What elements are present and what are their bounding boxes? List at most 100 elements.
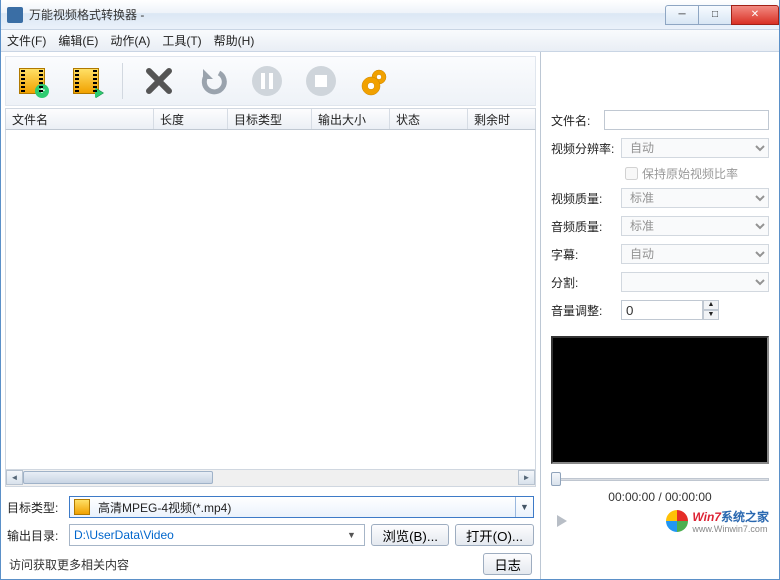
video-quality-select[interactable]: 标准 [621,188,769,208]
audio-quality-row: 音频质量: 标准 [551,212,769,240]
toolbar-separator [122,63,123,99]
watermark-brand2: 系统之家 [721,510,769,524]
target-type-label: 目标类型: [7,499,63,516]
audio-quality-select[interactable]: 标准 [621,216,769,236]
keep-ratio-checkbox[interactable] [625,167,638,180]
undo-button[interactable] [195,63,231,99]
split-row: 分割: [551,268,769,296]
col-output-size[interactable]: 输出大小 [312,109,390,129]
volume-down-button[interactable]: ▼ [703,310,719,320]
col-remaining[interactable]: 剩余时 [468,109,535,129]
window-title: 万能视频格式转换器 - [29,6,144,23]
film-add-icon: + [19,68,45,94]
menu-help[interactable]: 帮助(H) [214,32,255,49]
target-type-dropdown[interactable]: 高清MPEG-4视频(*.mp4) ▼ [69,496,534,518]
close-button[interactable]: ✕ [731,5,779,25]
video-quality-row: 视频质量: 标准 [551,184,769,212]
menu-bar: 文件(F) 编辑(E) 动作(A) 工具(T) 帮助(H) [1,30,779,52]
window-controls: ─ □ ✕ [666,5,779,25]
file-list[interactable] [5,130,536,470]
pause-button[interactable] [249,63,285,99]
scroll-thumb[interactable] [23,471,213,484]
seek-slider[interactable] [551,472,769,486]
col-length[interactable]: 长度 [154,109,228,129]
watermark: Win7系统之家 www.Winwin7.com [666,508,769,534]
scroll-left-arrow[interactable]: ◄ [6,470,23,485]
slider-thumb[interactable] [551,472,561,486]
col-status[interactable]: 状态 [390,109,468,129]
settings-button[interactable] [357,63,393,99]
menu-tools[interactable]: 工具(T) [162,32,201,49]
chevron-down-icon: ▼ [342,530,360,540]
split-select[interactable] [621,272,769,292]
keep-ratio-row: 保持原始视频比率 [551,162,769,184]
minimize-button[interactable]: ─ [665,5,699,25]
gear-icon [359,65,391,97]
watermark-url: www.Winwin7.com [692,525,769,534]
video-type-icon [74,499,90,515]
log-button[interactable]: 日志 [483,553,532,575]
play-button[interactable] [551,510,573,532]
chevron-down-icon: ▼ [515,497,533,517]
undo-icon [197,65,229,97]
menu-action[interactable]: 动作(A) [110,32,150,49]
keep-ratio-label: 保持原始视频比率 [642,165,738,182]
resolution-label: 视频分辨率: [551,140,621,157]
x-icon [143,65,175,97]
watermark-brand1: Win7 [692,510,721,524]
menu-edit[interactable]: 编辑(E) [58,32,98,49]
stop-icon [305,65,337,97]
volume-up-button[interactable]: ▲ [703,300,719,310]
pause-icon [251,65,283,97]
filename-label: 文件名: [551,112,604,129]
delete-button[interactable] [141,63,177,99]
more-link-row: 访问获取更多相关内容 日志 [7,549,534,579]
play-icon [554,513,570,529]
volume-row: 音量调整: ▲ ▼ [551,296,769,324]
scroll-right-arrow[interactable]: ► [518,470,535,485]
time-display: 00:00:00 / 00:00:00 [551,490,769,504]
output-dir-input[interactable]: D:\UserData\Video ▼ [69,524,365,546]
convert-button[interactable] [68,63,104,99]
stop-button[interactable] [303,63,339,99]
filename-row: 文件名: [551,106,769,134]
slider-track [551,478,769,481]
volume-spinner[interactable]: ▲ ▼ [621,300,719,320]
subtitle-row: 字幕: 自动 [551,240,769,268]
subtitle-label: 字幕: [551,246,621,263]
right-pane: 文件名: 视频分辨率: 自动 保持原始视频比率 视频质量: 标准 音频质量: 标… [541,52,779,579]
output-dir-row: 输出目录: D:\UserData\Video ▼ 浏览(B)... 打开(O)… [7,521,534,549]
maximize-button[interactable]: □ [698,5,732,25]
title-bar: 万能视频格式转换器 - ─ □ ✕ [1,0,779,30]
list-header: 文件名 长度 目标类型 输出大小 状态 剩余时 [5,108,536,130]
film-convert-icon [73,68,99,94]
split-label: 分割: [551,274,621,291]
content-area: + [1,52,779,579]
more-link[interactable]: 访问获取更多相关内容 [9,556,129,573]
app-window: 万能视频格式转换器 - ─ □ ✕ 文件(F) 编辑(E) 动作(A) 工具(T… [0,0,780,580]
menu-file[interactable]: 文件(F) [7,32,46,49]
playback-controls: Win7系统之家 www.Winwin7.com [551,508,769,534]
app-icon [7,7,23,23]
volume-label: 音量调整: [551,302,621,319]
resolution-row: 视频分辨率: 自动 [551,134,769,162]
col-target-type[interactable]: 目标类型 [228,109,312,129]
horizontal-scrollbar[interactable]: ◄ ► [5,470,536,487]
target-type-row: 目标类型: 高清MPEG-4视频(*.mp4) ▼ [7,493,534,521]
toolbar: + [5,56,536,106]
volume-input[interactable] [621,300,703,320]
browse-button[interactable]: 浏览(B)... [371,524,449,546]
video-quality-label: 视频质量: [551,190,621,207]
watermark-logo-icon [666,510,688,532]
add-file-button[interactable]: + [14,63,50,99]
resolution-select[interactable]: 自动 [621,138,769,158]
filename-field[interactable] [604,110,769,130]
bottom-fields: 目标类型: 高清MPEG-4视频(*.mp4) ▼ 输出目录: D:\UserD… [5,487,536,579]
preview-panel [551,336,769,464]
col-filename[interactable]: 文件名 [6,109,154,129]
subtitle-select[interactable]: 自动 [621,244,769,264]
output-dir-value: D:\UserData\Video [74,528,342,542]
open-button[interactable]: 打开(O)... [455,524,534,546]
left-pane: + [1,52,541,579]
target-type-value: 高清MPEG-4视频(*.mp4) [94,499,515,516]
